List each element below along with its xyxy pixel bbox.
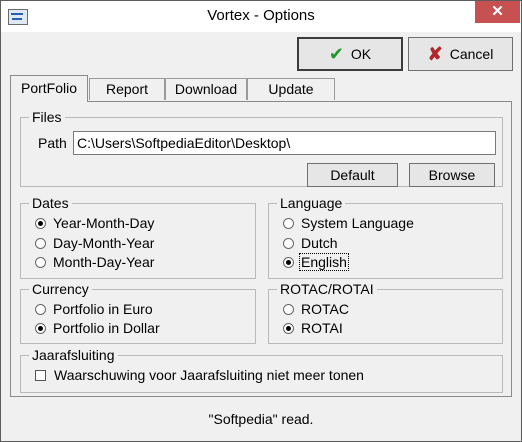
language-option-label: English [299,253,349,271]
language-option-system[interactable]: System Language [283,214,414,232]
radio-mdy[interactable] [35,256,46,268]
cancel-button[interactable]: ✘ Cancel [408,37,513,71]
default-button[interactable]: Default [307,163,398,187]
rotac-option-rotai[interactable]: ROTAI [283,319,343,337]
title-bar[interactable]: Vortex - Options ✕ [1,1,521,32]
language-option-english[interactable]: English [283,253,349,271]
tab-update[interactable]: Update [247,78,335,100]
tab-download[interactable]: Download [165,78,247,100]
radio-dutch[interactable] [283,237,294,249]
path-label: Path [38,135,67,151]
radio-rotai[interactable] [283,322,294,334]
currency-group-label: Currency [29,280,92,298]
dates-option-label: Month-Day-Year [53,254,155,270]
rotac-group-label: ROTAC/ROTAI [277,280,377,298]
radio-rotac[interactable] [283,303,294,315]
currency-option-euro[interactable]: Portfolio in Euro [35,300,153,318]
radio-ymd[interactable] [35,217,46,229]
radio-english[interactable] [283,256,294,268]
path-input[interactable]: C:\Users\SoftpediaEditor\Desktop\ [73,131,496,155]
check-icon: ✔ [328,44,344,64]
rotac-group: ROTAC/ROTAI ROTAC ROTAI [268,280,503,344]
radio-system-language[interactable] [283,217,294,229]
ok-button-label: OK [350,46,372,62]
jaarafsluiting-checkbox-label: Waarschuwing voor Jaarafsluiting niet me… [54,367,364,383]
dates-option-label: Day-Month-Year [53,235,155,251]
radio-dollar[interactable] [35,322,46,334]
currency-option-dollar[interactable]: Portfolio in Dollar [35,319,160,337]
close-button[interactable]: ✕ [475,1,520,23]
tab-portfolio[interactable]: PortFolio [10,75,88,102]
dates-group-label: Dates [29,194,72,212]
rotac-option-rotac[interactable]: ROTAC [283,300,349,318]
status-bar: "Softpedia" read. [208,411,314,427]
x-icon: ✘ [427,44,443,64]
jaarafsluiting-group: Jaarafsluiting Waarschuwing voor Jaarafs… [20,346,503,393]
tab-report[interactable]: Report [89,78,165,100]
window-title: Vortex - Options [207,7,315,24]
dates-group: Dates Year-Month-Day Day-Month-Year Mont… [20,194,256,279]
close-icon: ✕ [491,3,504,20]
language-group: Language System Language Dutch English [268,194,503,279]
radio-euro[interactable] [35,303,46,315]
currency-option-label: Portfolio in Euro [53,301,153,317]
jaarafsluiting-checkbox[interactable] [35,369,46,381]
currency-option-label: Portfolio in Dollar [53,320,160,336]
jaarafsluiting-group-label: Jaarafsluiting [29,346,118,364]
dates-option-label: Year-Month-Day [53,215,155,231]
rotac-option-label: ROTAC [301,301,349,317]
browse-button[interactable]: Browse [409,163,495,187]
jaarafsluiting-option[interactable]: Waarschuwing voor Jaarafsluiting niet me… [35,366,364,384]
files-group-label: Files [29,108,65,126]
language-option-dutch[interactable]: Dutch [283,234,338,252]
language-option-label: Dutch [301,235,338,251]
dates-option-ymd[interactable]: Year-Month-Day [35,214,154,232]
dates-option-mdy[interactable]: Month-Day-Year [35,253,154,271]
currency-group: Currency Portfolio in Euro Portfolio in … [20,280,256,344]
language-option-label: System Language [301,215,414,231]
dialog-buttons: ✔ OK ✘ Cancel [8,32,514,76]
portfolio-tab-panel: Files Path C:\Users\SoftpediaEditor\Desk… [10,101,512,397]
tab-strip: PortFolio Report Download Update [10,75,340,102]
dates-option-dmy[interactable]: Day-Month-Year [35,234,154,252]
browse-button-label: Browse [428,167,476,183]
language-group-label: Language [277,194,346,212]
rotac-option-label: ROTAI [301,320,343,336]
files-group: Files Path C:\Users\SoftpediaEditor\Desk… [20,108,503,187]
radio-dmy[interactable] [35,237,46,249]
ok-button[interactable]: ✔ OK [297,37,403,71]
options-window: Vortex - Options ✕ ✔ OK ✘ Cancel PortFol… [0,0,522,442]
cancel-button-label: Cancel [449,46,494,62]
default-button-label: Default [330,167,375,183]
